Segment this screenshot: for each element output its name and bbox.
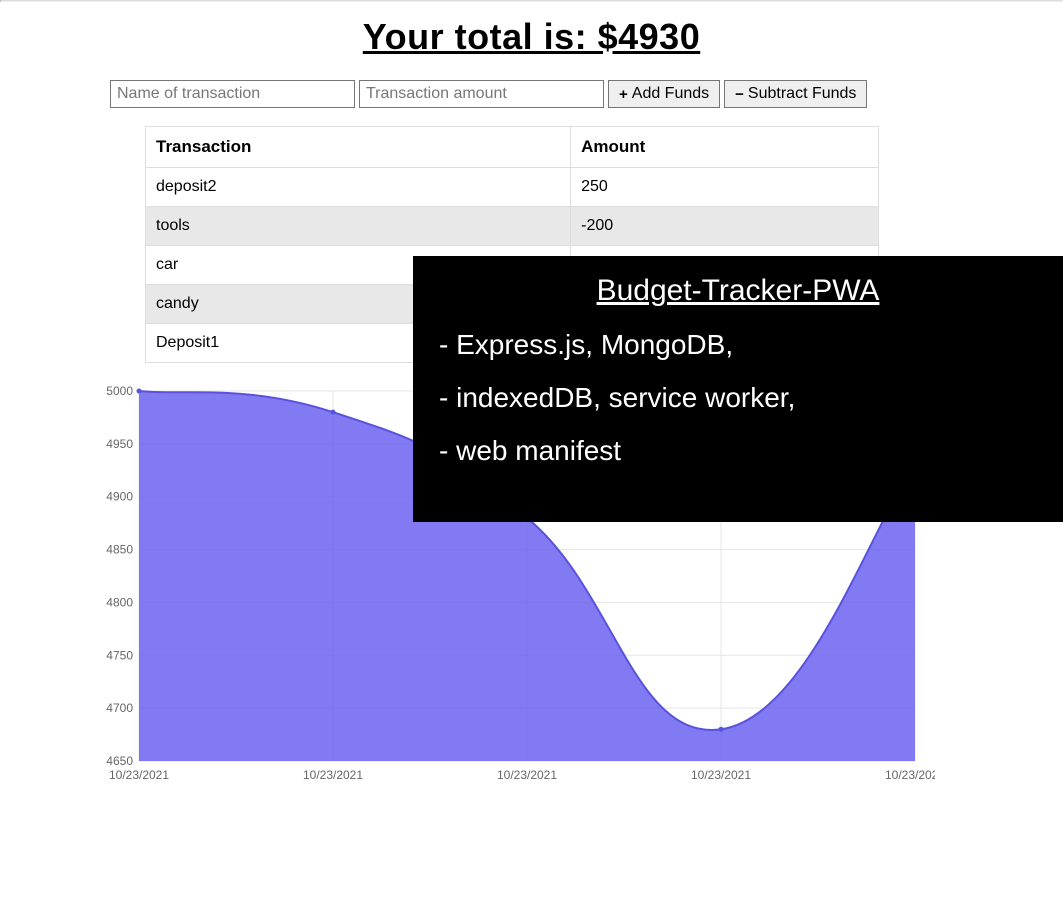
transaction-amount-input[interactable] — [359, 80, 604, 108]
info-overlay: Budget-Tracker-PWA Express.js, MongoDB, … — [413, 256, 1063, 522]
cell-transaction: deposit2 — [146, 168, 571, 207]
cell-transaction: tools — [146, 207, 571, 246]
svg-text:4850: 4850 — [106, 543, 133, 557]
page-title: Your total is: $4930 — [0, 16, 1063, 58]
svg-text:4750: 4750 — [106, 648, 133, 662]
svg-text:10/23/2021: 10/23/2021 — [497, 768, 557, 782]
plus-icon: + — [619, 87, 628, 102]
cell-amount: 250 — [571, 168, 879, 207]
overlay-title: Budget-Tracker-PWA — [439, 274, 1037, 308]
transaction-form: + Add Funds − Subtract Funds — [110, 80, 1063, 108]
add-funds-button[interactable]: + Add Funds — [608, 80, 720, 108]
add-funds-label: Add Funds — [632, 85, 709, 103]
svg-text:10/23/2021: 10/23/2021 — [885, 768, 935, 782]
svg-text:10/23/2021: 10/23/2021 — [303, 768, 363, 782]
subtract-funds-label: Subtract Funds — [748, 85, 857, 103]
svg-text:5000: 5000 — [106, 384, 133, 398]
table-row: deposit2 250 — [146, 168, 879, 207]
overlay-item: Express.js, MongoDB, — [439, 318, 1037, 371]
table-row: tools -200 — [146, 207, 879, 246]
transaction-name-input[interactable] — [110, 80, 355, 108]
overlay-item: indexedDB, service worker, — [439, 371, 1037, 424]
svg-text:4800: 4800 — [106, 595, 133, 609]
subtract-funds-button[interactable]: − Subtract Funds — [724, 80, 867, 108]
minus-icon: − — [735, 87, 744, 102]
cell-amount: -200 — [571, 207, 879, 246]
svg-text:10/23/2021: 10/23/2021 — [691, 768, 751, 782]
th-amount: Amount — [571, 127, 879, 168]
svg-text:4900: 4900 — [106, 490, 133, 504]
overlay-item: web manifest — [439, 424, 1037, 477]
svg-text:4950: 4950 — [106, 437, 133, 451]
svg-text:4700: 4700 — [106, 701, 133, 715]
svg-text:10/23/2021: 10/23/2021 — [109, 768, 169, 782]
th-transaction: Transaction — [146, 127, 571, 168]
svg-text:4650: 4650 — [106, 754, 133, 768]
